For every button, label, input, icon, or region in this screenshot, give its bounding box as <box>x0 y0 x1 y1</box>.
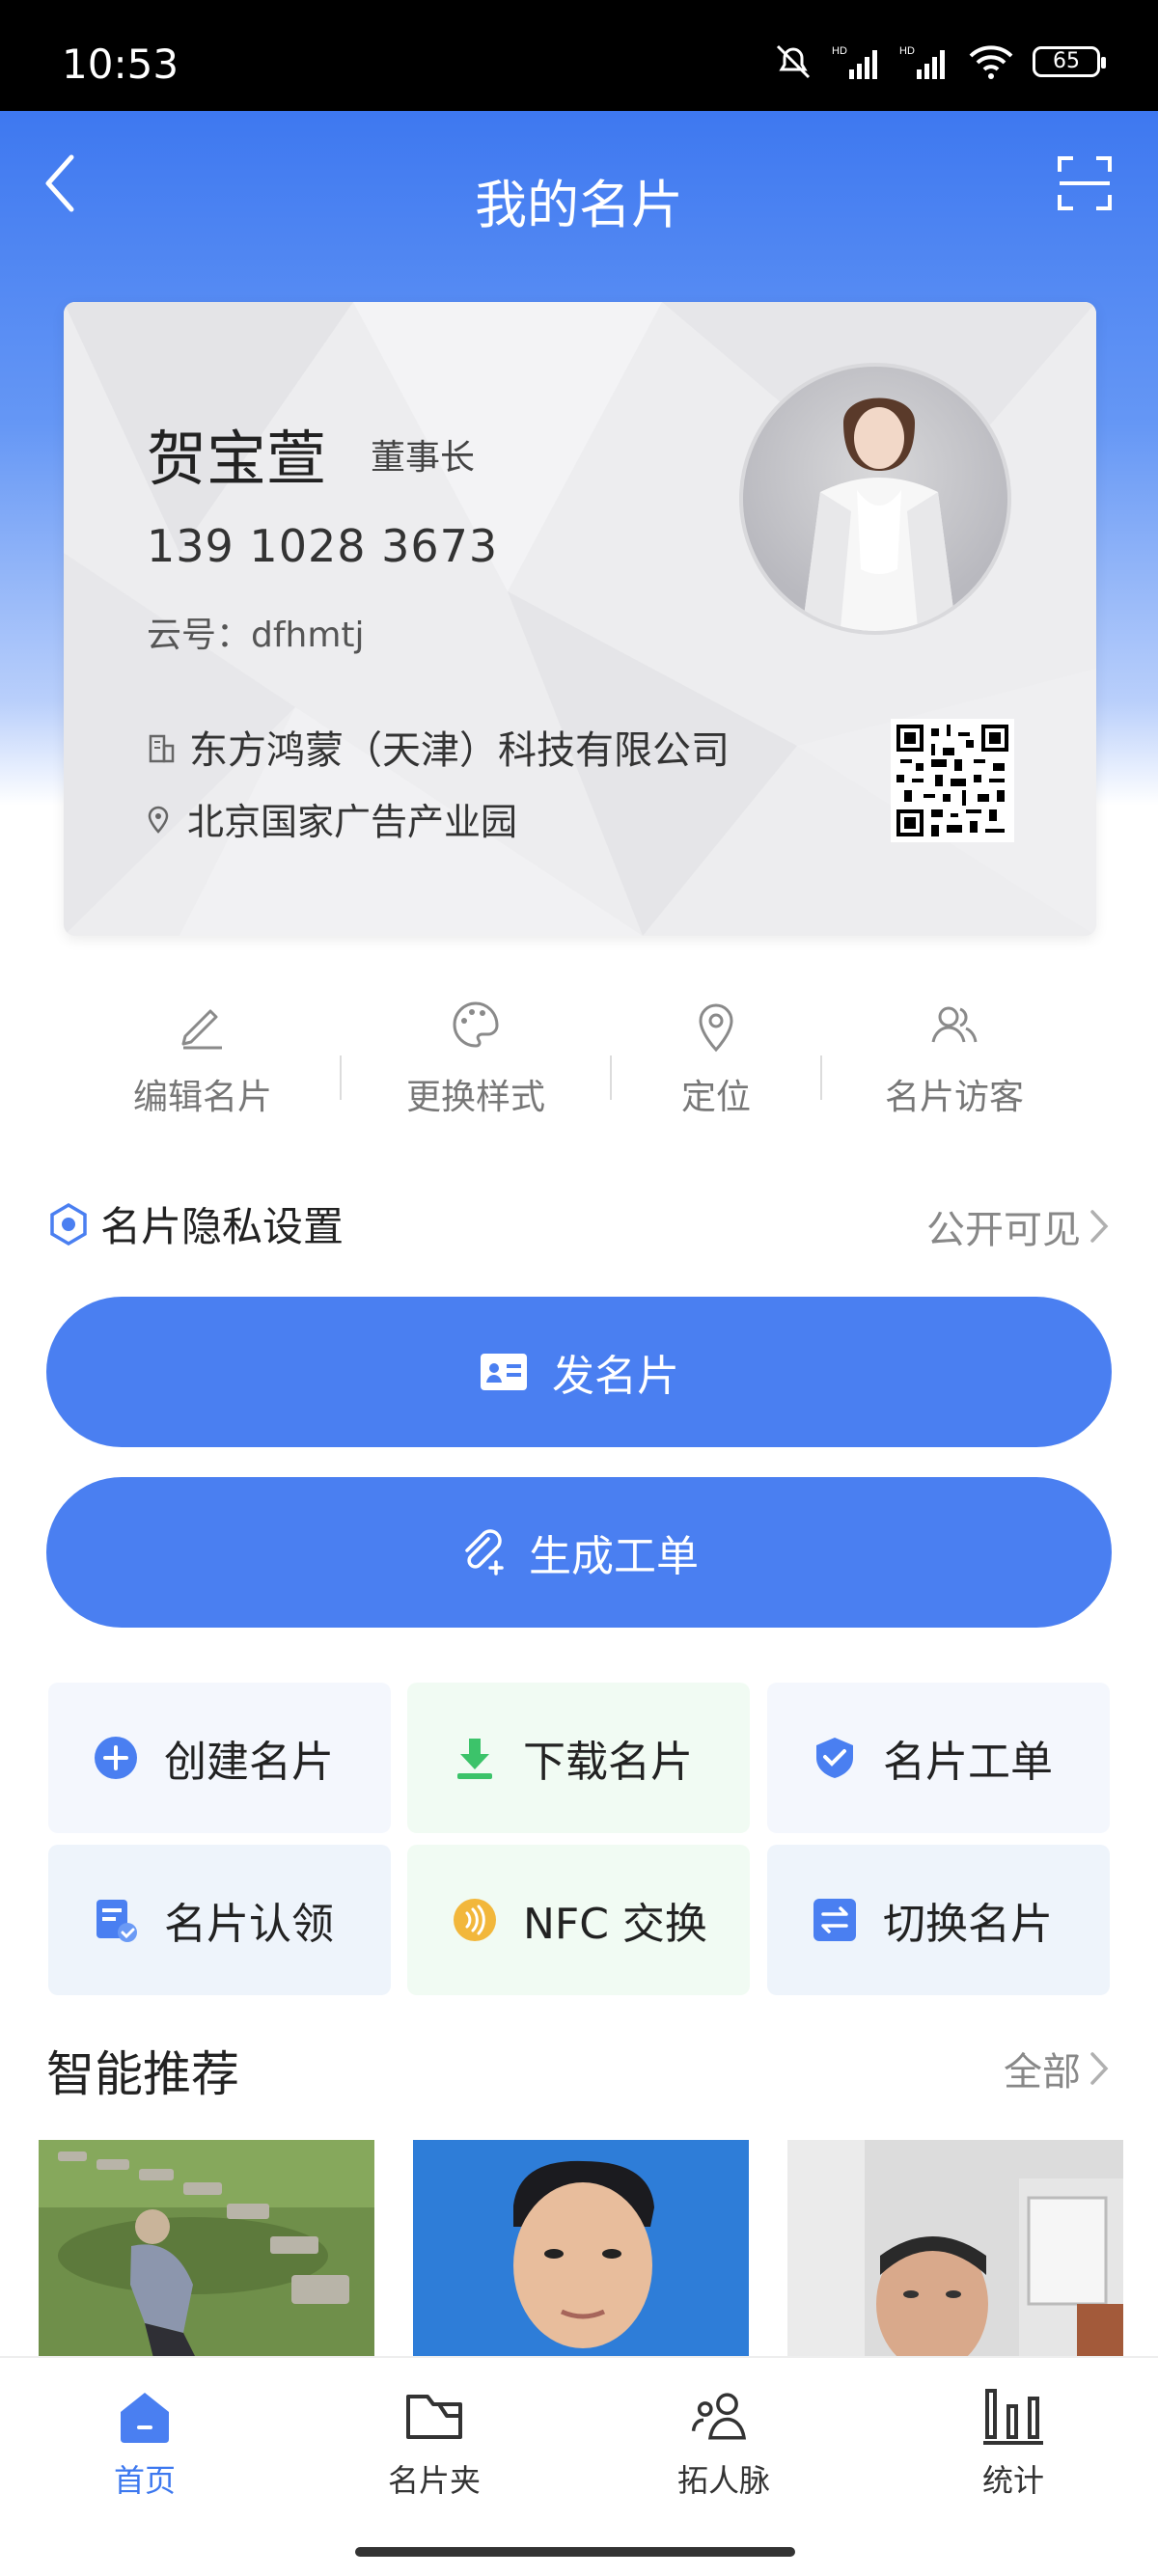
people-icon <box>691 2393 747 2440</box>
card-company: 东方鸿蒙（天津）科技有限公司 <box>147 719 730 775</box>
folder-icon <box>406 2395 462 2439</box>
location-action[interactable]: 定位 <box>595 994 837 1119</box>
tab-stats[interactable]: 统计 <box>917 2385 1110 2501</box>
card-visitors-action[interactable]: 名片访客 <box>834 994 1075 1119</box>
card-cloud-id: 云号：dfhmtj <box>147 616 365 655</box>
download-icon <box>452 1735 498 1781</box>
stats-icon <box>983 2389 1043 2445</box>
avatar-figure <box>802 397 956 631</box>
divider <box>820 1055 822 1100</box>
svg-text:HD: HD <box>832 45 847 57</box>
create-card-label: 创建名片 <box>164 1738 334 1787</box>
visitors-icon <box>931 1006 978 1043</box>
change-style-action[interactable]: 更换样式 <box>355 994 596 1119</box>
send-card-button[interactable]: 发名片 <box>46 1297 1112 1447</box>
claim-card-tile[interactable]: 名片认领 <box>48 1845 391 1995</box>
switch-card-tile[interactable]: 切换名片 <box>767 1845 1110 1995</box>
status-icons: HD HD 65 <box>772 41 1106 83</box>
avatar <box>739 363 1011 635</box>
tab-network-label: 拓人脉 <box>676 2462 770 2499</box>
palette-icon <box>453 1001 499 1048</box>
privacy-label-group: 名片隐私设置 <box>48 1194 344 1253</box>
bottom-tab-bar: 首页 名片夹 拓人脉 统计 <box>0 2356 1158 2576</box>
tab-home-label: 首页 <box>113 2462 176 2499</box>
generate-order-button[interactable]: 生成工单 <box>46 1477 1112 1628</box>
claim-icon <box>93 1897 139 1943</box>
chevron-right-icon <box>1090 1210 1109 1243</box>
home-icon <box>121 2393 169 2443</box>
status-time: 10:53 <box>62 41 179 88</box>
create-card-tile[interactable]: 创建名片 <box>48 1683 391 1833</box>
card-visitors-label: 名片访客 <box>884 1078 1024 1117</box>
send-card-label: 发名片 <box>552 1352 679 1401</box>
card-name: 贺宝萱 <box>147 424 327 494</box>
tab-stats-label: 统计 <box>981 2462 1044 2499</box>
download-card-tile[interactable]: 下载名片 <box>407 1683 750 1833</box>
recommend-card-photo[interactable] <box>787 2140 1123 2362</box>
plus-circle-icon <box>93 1735 139 1781</box>
shield-icon <box>50 1202 87 1246</box>
nfc-exchange-label: NFC 交换 <box>523 1900 707 1949</box>
paperclip-icon <box>465 1529 504 1576</box>
nfc-icon <box>452 1897 498 1943</box>
edit-icon <box>181 1009 222 1050</box>
svg-text:HD: HD <box>899 45 915 57</box>
chevron-right-icon <box>1090 2052 1109 2085</box>
location-label: 定位 <box>680 1078 751 1117</box>
signal-icon: HD <box>899 45 945 79</box>
recommend-all-link[interactable]: 全部 <box>1004 2041 1110 2096</box>
business-card[interactable]: 贺宝萱 董事长 139 1028 3673 云号：dfhmtj 东方鸿蒙（天津）… <box>64 302 1096 936</box>
swap-icon <box>812 1897 858 1943</box>
card-company-text: 东方鸿蒙（天津）科技有限公司 <box>189 728 730 773</box>
home-indicator[interactable] <box>355 2547 795 2557</box>
tab-card-folder[interactable]: 名片夹 <box>338 2385 531 2501</box>
building-icon <box>149 734 175 763</box>
privacy-value[interactable]: 公开可见 <box>926 1198 1110 1254</box>
card-phone[interactable]: 139 1028 3673 <box>147 520 498 572</box>
generate-order-label: 生成工单 <box>529 1532 699 1581</box>
card-role: 董事长 <box>371 438 476 478</box>
card-address-text: 北京国家广告产业园 <box>187 801 518 843</box>
privacy-settings-row[interactable]: 名片隐私设置 公开可见 <box>48 1194 1110 1252</box>
switch-card-label: 切换名片 <box>883 1900 1053 1949</box>
tab-network[interactable]: 拓人脉 <box>627 2385 820 2501</box>
location-icon <box>699 1003 733 1053</box>
card-order-label: 名片工单 <box>883 1738 1053 1787</box>
change-style-label: 更换样式 <box>405 1078 545 1117</box>
edit-card-label: 编辑名片 <box>132 1078 272 1117</box>
recommend-card-photo[interactable] <box>413 2140 749 2362</box>
recommend-all-label: 全部 <box>1004 2050 1081 2095</box>
privacy-label: 名片隐私设置 <box>100 1203 345 1250</box>
card-actions: 编辑名片 更换样式 定位 名片访客 <box>0 994 1158 1129</box>
edit-card-action[interactable]: 编辑名片 <box>82 994 323 1119</box>
wifi-icon <box>969 45 1013 79</box>
claim-card-label: 名片认领 <box>164 1900 334 1949</box>
recommend-card-photo[interactable] <box>39 2140 374 2362</box>
nfc-exchange-tile[interactable]: NFC 交换 <box>407 1845 750 1995</box>
privacy-value-text: 公开可见 <box>926 1208 1081 1252</box>
card-address: 北京国家广告产业园 <box>147 792 517 845</box>
location-pin-icon <box>148 806 169 834</box>
tab-home[interactable]: 首页 <box>48 2385 241 2501</box>
mute-bell-icon <box>776 44 811 79</box>
qr-code-icon[interactable] <box>891 719 1014 842</box>
card-order-tile[interactable]: 名片工单 <box>767 1683 1110 1833</box>
shield-check-icon <box>812 1735 858 1781</box>
divider <box>340 1055 342 1100</box>
tab-card-folder-label: 名片夹 <box>387 2462 481 2499</box>
page-title: 我的名片 <box>475 175 683 235</box>
signal-icon: HD <box>832 45 877 79</box>
battery-icon: 65 <box>1033 46 1106 77</box>
scan-icon[interactable] <box>1056 154 1114 212</box>
id-card-icon <box>481 1354 527 1390</box>
recommend-title: 智能推荐 <box>46 2046 239 2102</box>
status-bar: 10:53 HD HD 65 <box>0 0 1158 111</box>
download-card-label: 下载名片 <box>523 1738 693 1787</box>
